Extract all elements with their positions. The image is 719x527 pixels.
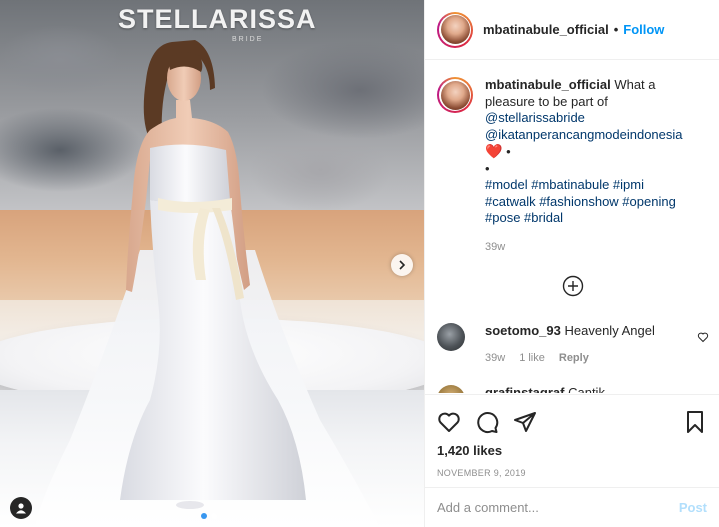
caption-hashtags[interactable]: #pose #bridal (485, 210, 563, 225)
header-username[interactable]: mbatinabule_official (483, 22, 609, 37)
caption-body: mbatinabule_official What a pleasure to … (485, 77, 685, 255)
carousel-dot (211, 513, 217, 519)
post-header: mbatinabule_official • Follow (425, 0, 719, 60)
carousel-next-button[interactable] (391, 254, 413, 276)
avatar-image (440, 15, 470, 44)
caption-mention[interactable]: @ikatanperancangmodeindonesia (485, 127, 683, 142)
caption-timestamp[interactable]: 39w (485, 239, 685, 256)
chevron-right-icon (399, 260, 406, 270)
likes-count[interactable]: 1,420 likes (437, 443, 707, 458)
tagged-users-button[interactable] (10, 497, 32, 519)
comment-likes[interactable]: 1 like (519, 352, 545, 364)
comment-item: grafinstagraf Cantik (437, 385, 709, 393)
comment-avatar[interactable] (437, 323, 465, 351)
comment-meta: 39w 1 like Reply (485, 352, 655, 364)
heart-emoji: ❤️ (485, 143, 503, 159)
comments-section[interactable]: mbatinabule_official What a pleasure to … (425, 61, 719, 393)
comment-avatar[interactable] (437, 385, 465, 393)
header-avatar[interactable] (437, 11, 473, 48)
carousel-indicator (201, 513, 217, 519)
model-in-bridal-gown (35, 40, 380, 527)
follow-button[interactable]: Follow (623, 22, 664, 37)
caption-bullet: • (506, 144, 511, 159)
save-bookmark-icon[interactable] (683, 410, 707, 434)
post-actions: 1,420 likes NOVEMBER 9, 2019 (425, 394, 719, 478)
avatar-frame (439, 79, 471, 111)
caption-username[interactable]: mbatinabule_official (485, 77, 611, 92)
add-comment-bar: Post (425, 487, 719, 527)
caption-avatar[interactable] (437, 77, 473, 113)
caption-bullet: • (485, 160, 490, 176)
caption-mention[interactable]: @stellarissabride (485, 110, 585, 125)
add-comment-input[interactable] (437, 500, 679, 515)
carousel-dot-active (201, 513, 207, 519)
post-details-panel: mbatinabule_official • Follow mbatinabul… (424, 0, 719, 527)
comment-reply[interactable]: Reply (559, 352, 589, 364)
comment-item: soetomo_93 Heavenly Angel 39w 1 like Rep… (437, 323, 709, 364)
post-media[interactable]: STELLARISSA BRIDE (0, 0, 424, 527)
share-paper-plane-icon[interactable] (513, 410, 537, 434)
caption: mbatinabule_official What a pleasure to … (425, 61, 719, 255)
user-icon (16, 503, 26, 514)
caption-hashtags[interactable]: #model #mbatinabule #ipmi (485, 177, 644, 192)
post-comment-button[interactable]: Post (679, 500, 707, 515)
comment-bubble-icon[interactable] (475, 410, 499, 434)
comment-text: Cantik (568, 385, 605, 393)
load-more-comments-icon[interactable] (562, 275, 584, 297)
runway-photo: STELLARISSA BRIDE (0, 0, 424, 527)
avatar-frame (439, 13, 471, 46)
header-separator: • (613, 22, 619, 37)
post-date[interactable]: NOVEMBER 9, 2019 (437, 468, 707, 478)
comment-time[interactable]: 39w (485, 352, 505, 364)
caption-hashtags[interactable]: #catwalk #fashionshow #opening (485, 194, 676, 209)
comment-username[interactable]: soetomo_93 (485, 323, 561, 338)
comment-body: grafinstagraf Cantik (485, 385, 605, 393)
avatar-image (440, 80, 470, 110)
comment-body: soetomo_93 Heavenly Angel 39w 1 like Rep… (485, 323, 655, 364)
like-heart-icon[interactable] (437, 410, 461, 434)
comment-username[interactable]: grafinstagraf (485, 385, 564, 393)
action-bar (437, 407, 707, 437)
comment-text: Heavenly Angel (564, 323, 655, 338)
comment-heart-icon[interactable] (697, 331, 709, 343)
